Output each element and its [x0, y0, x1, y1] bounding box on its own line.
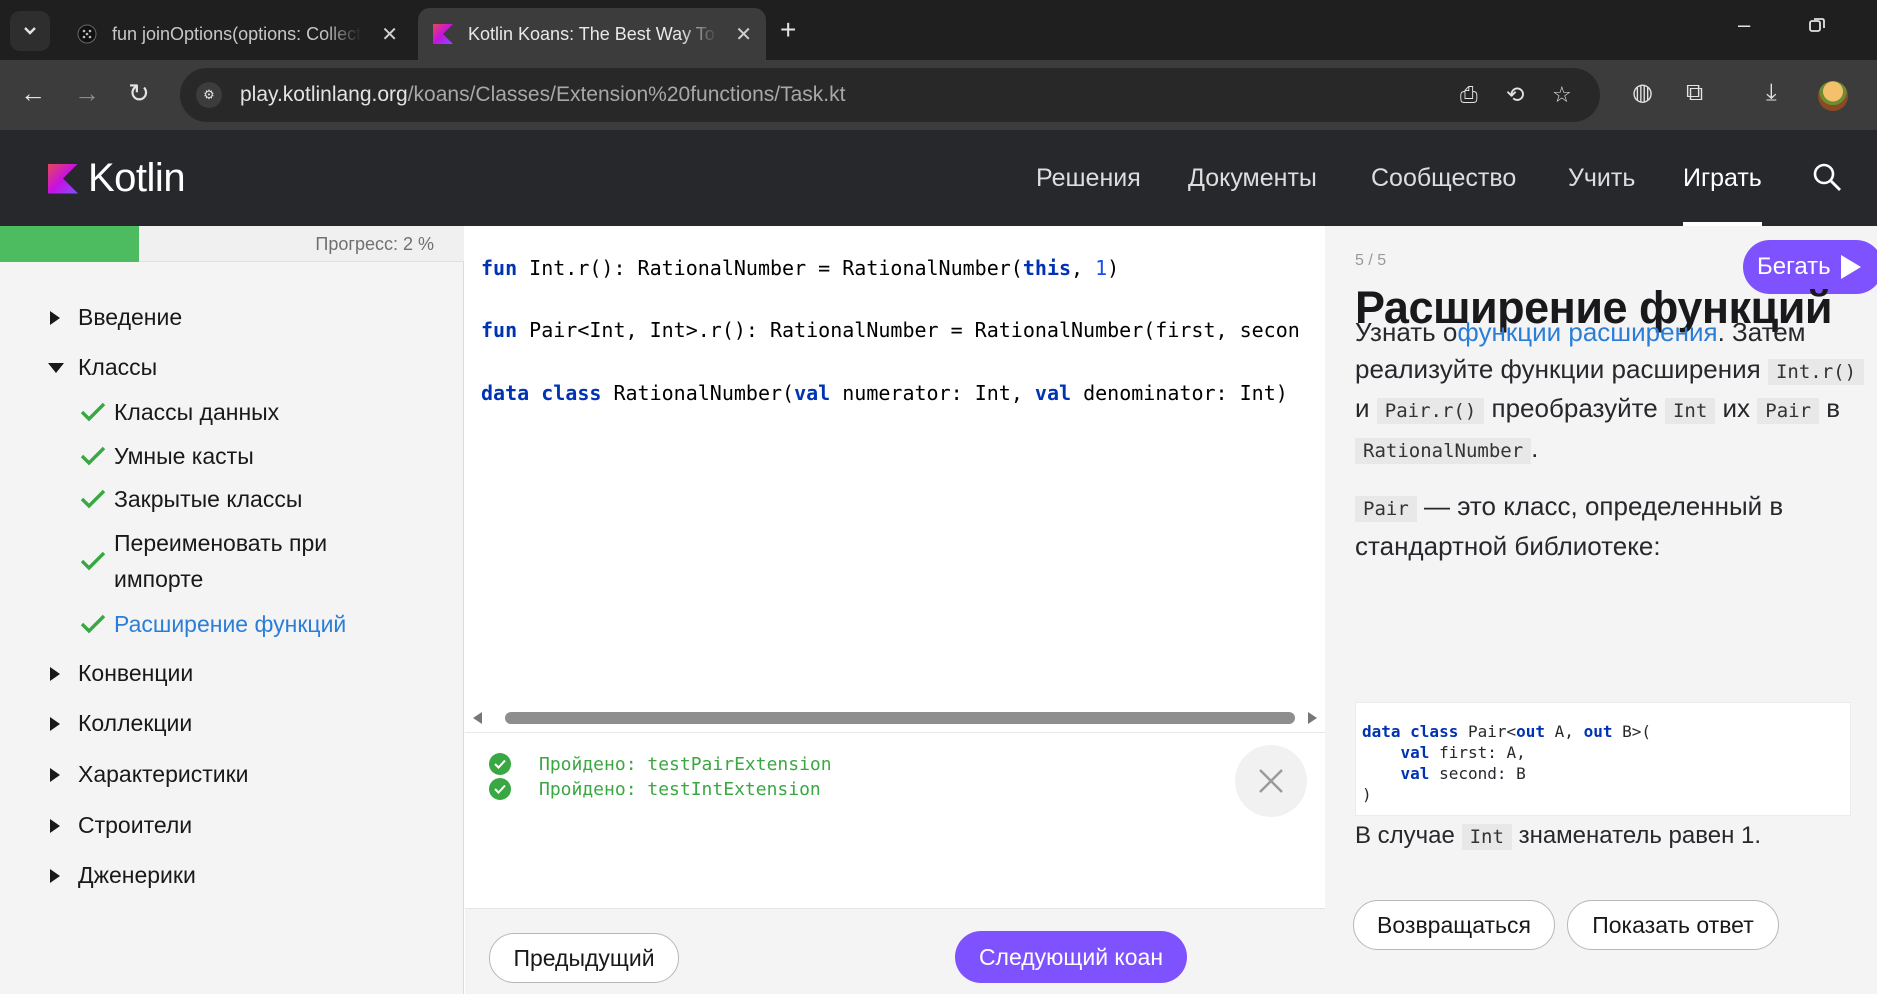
check-icon: [80, 446, 106, 466]
back-button[interactable]: Возвращаться: [1353, 900, 1555, 950]
back-icon[interactable]: ←: [20, 80, 46, 106]
task-paragraph-1: Узнать офункции расширения. Затем реализ…: [1355, 314, 1865, 469]
task-counter: 5 / 5: [1355, 252, 1387, 269]
nav-play[interactable]: Играть: [1683, 130, 1762, 226]
section-classes[interactable]: Классы: [48, 354, 157, 381]
previous-button[interactable]: Предыдущий: [489, 933, 679, 983]
task-paragraph-2: Pair — это класс, определенный в стандар…: [1355, 491, 1784, 561]
restore-icon[interactable]: [1808, 14, 1826, 40]
logo-text: Kotlin: [88, 156, 186, 200]
extensions-puzzle-icon[interactable]: ⧉: [1686, 80, 1703, 106]
dots-favicon-icon: [77, 24, 97, 44]
download-icon[interactable]: ⤓: [1766, 80, 1777, 106]
check-icon: [80, 551, 106, 571]
play-icon: [1840, 255, 1861, 279]
close-results-button[interactable]: [1235, 745, 1307, 817]
reload-icon[interactable]: ↻: [128, 80, 150, 106]
task-extension-functions[interactable]: Расширение функций: [80, 606, 346, 642]
scroll-thumb[interactable]: [505, 712, 1295, 724]
next-koan-button[interactable]: Следующий коан: [955, 931, 1187, 983]
kotlin-logo-icon: [48, 163, 78, 194]
nav-community[interactable]: Сообщество: [1371, 130, 1516, 226]
collapse-arrow-icon: [48, 362, 64, 373]
check-icon: [80, 614, 106, 634]
tab-kotlin-koans[interactable]: Kotlin Koans: The Best Way To L ✕: [418, 8, 766, 60]
translate-icon[interactable]: ⟲: [1506, 82, 1524, 108]
forward-icon[interactable]: →: [74, 80, 100, 106]
section-intro[interactable]: Введение: [48, 304, 182, 331]
expand-arrow-icon: [50, 310, 60, 325]
close-icon: [1259, 769, 1283, 793]
code-line[interactable]: fun Int.r(): RationalNumber = RationalNu…: [481, 256, 1119, 280]
profile-avatar[interactable]: [1818, 81, 1848, 111]
passed-check-icon: [489, 778, 511, 800]
progress-bar: Прогресс: 2 %: [0, 226, 464, 262]
tab-search-button[interactable]: [10, 11, 50, 51]
expand-arrow-icon: [50, 666, 60, 681]
kotlin-favicon-icon: [433, 24, 453, 44]
globe-extension-icon[interactable]: ◍: [1632, 80, 1653, 106]
chevron-down-icon: [24, 27, 36, 35]
tab-joinoptions[interactable]: fun joinOptions(options: Collect ✕: [62, 8, 412, 60]
expand-arrow-icon: [50, 716, 60, 731]
minimize-icon[interactable]: –: [1738, 12, 1750, 38]
search-icon[interactable]: [1812, 162, 1842, 192]
test-results-panel: Пройдено: testPairExtension Пройдено: te…: [465, 732, 1325, 908]
site-settings-icon[interactable]: ⚙: [196, 82, 222, 108]
new-tab-button[interactable]: +: [780, 14, 796, 46]
site-header: Kotlin Решения Документы Сообщество Учит…: [0, 130, 1877, 226]
expand-arrow-icon: [50, 767, 60, 782]
passed-check-icon: [489, 753, 511, 775]
expand-arrow-icon: [50, 868, 60, 883]
scroll-left-icon[interactable]: [473, 712, 482, 724]
code-line[interactable]: data class RationalNumber(val numerator:…: [481, 381, 1288, 405]
browser-tab-bar: fun joinOptions(options: Collect ✕ Kotli…: [0, 0, 1877, 60]
scroll-right-icon[interactable]: [1308, 712, 1317, 724]
close-tab-icon[interactable]: ✕: [735, 22, 752, 47]
koan-navigation: Предыдущий Следующий коан: [465, 908, 1325, 994]
code-editor[interactable]: fun Int.r(): RationalNumber = RationalNu…: [465, 226, 1325, 716]
section-builders[interactable]: Строители: [48, 812, 192, 839]
tab-title: Kotlin Koans: The Best Way To L: [468, 23, 718, 44]
nav-learn[interactable]: Учить: [1568, 130, 1635, 226]
close-tab-icon[interactable]: ✕: [381, 22, 398, 47]
section-collections[interactable]: Коллекции: [48, 710, 192, 737]
code-line[interactable]: fun Pair<Int, Int>.r(): RationalNumber =…: [481, 318, 1300, 342]
check-icon: [80, 402, 106, 422]
show-answer-button[interactable]: Показать ответ: [1567, 900, 1779, 950]
browser-toolbar: ← → ↻ ⚙ play.kotlinlang.org/koans/Classe…: [0, 60, 1877, 130]
progress-label: Прогресс: 2 %: [315, 234, 434, 254]
pair-code-sample: data class Pair<out A, out B>( val first…: [1355, 702, 1851, 816]
url-text[interactable]: play.kotlinlang.org/koans/Classes/Extens…: [240, 83, 845, 107]
koans-sidebar: Прогресс: 2 % Введение Классы Классы дан…: [0, 226, 464, 994]
extension-functions-link[interactable]: функции расширения: [1457, 317, 1717, 347]
section-generics[interactable]: Дженерики: [48, 862, 196, 889]
nav-solutions[interactable]: Решения: [1036, 130, 1141, 226]
task-description-panel: 5 / 5 Бегать Расширение функций Узнать о…: [1325, 226, 1877, 994]
check-icon: [80, 489, 106, 509]
bookmark-star-icon[interactable]: ☆: [1552, 82, 1572, 108]
kotlin-logo[interactable]: Kotlin: [48, 156, 186, 201]
address-bar[interactable]: ⚙ play.kotlinlang.org/koans/Classes/Exte…: [180, 68, 1600, 122]
task-sealed-classes[interactable]: Закрытые классы: [80, 481, 302, 517]
task-paragraph-3: В случае Int знаменатель равен 1.: [1355, 822, 1761, 850]
task-smart-casts[interactable]: Умные касты: [80, 438, 254, 474]
install-app-icon[interactable]: ⎙: [1460, 82, 1478, 108]
nav-docs[interactable]: Документы: [1188, 130, 1317, 226]
test-result-row: Пройдено: testIntExtension: [489, 778, 821, 800]
horizontal-scrollbar[interactable]: [465, 706, 1325, 730]
test-result-row: Пройдено: testPairExtension: [489, 753, 832, 775]
section-conventions[interactable]: Конвенции: [48, 660, 193, 687]
section-properties[interactable]: Характеристики: [48, 761, 249, 788]
tab-title: fun joinOptions(options: Collect: [112, 23, 362, 44]
progress-fill: [0, 226, 140, 262]
task-rename-on-import[interactable]: Переименовать при импорте: [80, 525, 327, 597]
task-data-classes[interactable]: Классы данных: [80, 394, 279, 430]
expand-arrow-icon: [50, 818, 60, 833]
